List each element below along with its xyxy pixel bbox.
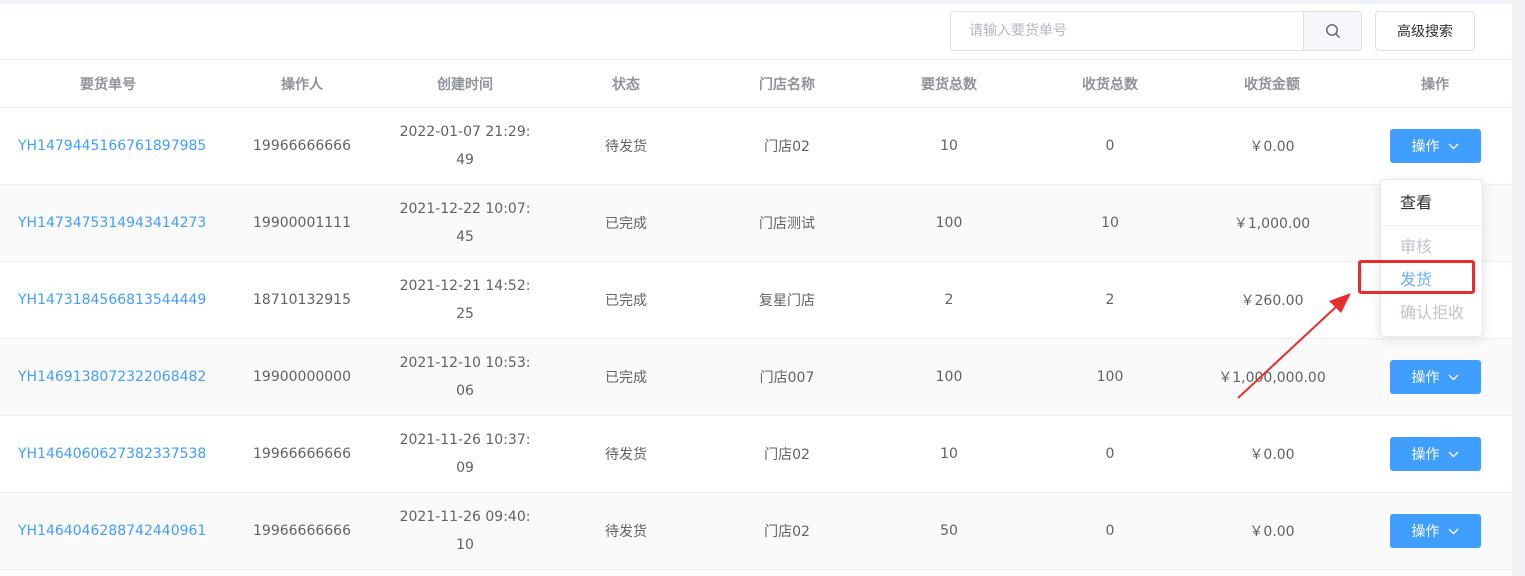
received-total-cell: 0 <box>1105 446 1115 462</box>
table-row: YH1464046288742440961 19966666666 2021-1… <box>0 492 1512 570</box>
requested-total-cell: 10 <box>940 138 958 154</box>
order-no-link[interactable]: YH1464046288742440961 <box>18 523 206 539</box>
status-cell: 待发货 <box>605 139 647 155</box>
store-name-cell: 门店02 <box>764 139 810 155</box>
table-row: YH1469138072322068482 19900000000 2021-1… <box>0 338 1512 416</box>
search-button[interactable] <box>1303 12 1361 50</box>
search-box <box>950 11 1362 51</box>
col-header-received-amount: 收货金额 <box>1244 76 1300 93</box>
received-total-cell: 2 <box>1105 292 1115 308</box>
chevron-down-icon <box>1448 374 1458 380</box>
dropdown-divider <box>1381 225 1482 226</box>
orders-table: 要货单号 操作人 创建时间 状态 门店名称 要货总数 收货总数 收货金额 操作 … <box>0 59 1512 570</box>
table-row: YH1473184566813544449 18710132915 2021-1… <box>0 262 1512 339</box>
order-no-link[interactable]: YH1473184566813544449 <box>18 292 206 308</box>
received-amount-cell: ￥0.00 <box>1249 447 1295 463</box>
received-amount-cell: ￥0.00 <box>1249 139 1295 155</box>
order-no-link[interactable]: YH1464060627382337538 <box>18 446 206 462</box>
status-cell: 已完成 <box>605 216 647 232</box>
col-header-status: 状态 <box>612 76 640 93</box>
dropdown-item-confirm-reject: 确认拒收 <box>1400 303 1465 322</box>
table-header-row: 要货单号 操作人 创建时间 状态 门店名称 要货总数 收货总数 收货金额 操作 <box>0 59 1512 108</box>
advanced-search-button[interactable]: 高级搜索 <box>1375 11 1475 51</box>
operator-cell: 18710132915 <box>253 292 351 308</box>
col-header-order-no: 要货单号 <box>80 76 136 93</box>
operator-cell: 19966666666 <box>253 446 351 462</box>
received-total-cell: 100 <box>1096 369 1124 385</box>
received-amount-cell: ￥0.00 <box>1249 524 1295 540</box>
store-name-cell: 门店02 <box>764 524 810 540</box>
row-action-dropdown-button[interactable]: 操作 <box>1389 360 1481 394</box>
store-name-cell: 门店02 <box>764 447 810 463</box>
order-no-link[interactable]: YH1473475314943414273 <box>18 215 206 231</box>
action-button-label: 操作 <box>1411 139 1440 155</box>
table-row: YH1479445166761897985 19966666666 2022-0… <box>0 108 1512 185</box>
created-time-cell: 2021-11-26 10:37:09 <box>399 432 531 476</box>
order-no-link[interactable]: YH1469138072322068482 <box>18 369 206 385</box>
chevron-down-icon <box>1448 528 1458 534</box>
col-header-received-total: 收货总数 <box>1082 76 1138 93</box>
content-panel: 高级搜索 要货单号 操作人 创建时间 状态 门店名称 要货总数 收货总数 收货金… <box>0 4 1512 576</box>
status-cell: 已完成 <box>605 370 647 386</box>
received-amount-cell: ￥1,000,000.00 <box>1218 370 1326 386</box>
right-gutter <box>1512 0 1525 576</box>
received-amount-cell: ￥260.00 <box>1240 293 1304 309</box>
col-header-requested-total: 要货总数 <box>921 76 977 93</box>
store-name-cell: 门店测试 <box>759 216 815 232</box>
row-action-dropdown-button[interactable]: 操作 <box>1389 514 1481 548</box>
operator-cell: 19966666666 <box>253 138 351 154</box>
store-name-cell: 门店007 <box>759 370 815 386</box>
chevron-down-icon <box>1448 143 1458 149</box>
received-amount-cell: ￥1,000.00 <box>1233 216 1311 232</box>
dropdown-item-review: 审核 <box>1400 237 1433 256</box>
created-time-cell: 2021-12-10 10:53:06 <box>399 355 531 399</box>
operator-cell: 19900001111 <box>253 215 351 231</box>
status-cell: 已完成 <box>605 293 647 309</box>
requested-total-cell: 100 <box>935 369 963 385</box>
requested-total-cell: 50 <box>940 523 958 539</box>
created-time-cell: 2021-11-26 09:40:10 <box>399 509 531 553</box>
operator-cell: 19966666666 <box>253 523 351 539</box>
col-header-operator: 操作人 <box>281 76 323 93</box>
action-button-label: 操作 <box>1411 370 1440 386</box>
received-total-cell: 10 <box>1101 215 1119 231</box>
created-time-cell: 2022-01-07 21:29:49 <box>399 124 531 168</box>
operator-cell: 19900000000 <box>253 369 351 385</box>
received-total-cell: 0 <box>1105 138 1115 154</box>
order-no-link[interactable]: YH1479445166761897985 <box>18 138 206 154</box>
table-row: YH1464060627382337538 19966666666 2021-1… <box>0 416 1512 493</box>
row-action-dropdown-button[interactable]: 操作 <box>1389 437 1481 471</box>
chevron-down-icon <box>1448 451 1458 457</box>
col-header-created-time: 创建时间 <box>437 76 493 93</box>
requested-total-cell: 2 <box>944 292 954 308</box>
received-total-cell: 0 <box>1105 523 1115 539</box>
col-header-actions: 操作 <box>1421 76 1449 93</box>
action-button-label: 操作 <box>1411 524 1440 540</box>
row-action-dropdown-button[interactable]: 操作 <box>1389 129 1481 163</box>
store-name-cell: 复星门店 <box>759 293 815 309</box>
status-cell: 待发货 <box>605 447 647 463</box>
table-row: YH1473475314943414273 19900001111 2021-1… <box>0 184 1512 262</box>
requested-total-cell: 10 <box>940 446 958 462</box>
col-header-store-name: 门店名称 <box>759 76 815 93</box>
search-icon <box>1325 24 1340 38</box>
requested-total-cell: 100 <box>935 215 963 231</box>
created-time-cell: 2021-12-21 14:52:25 <box>399 278 531 322</box>
dropdown-item-view[interactable]: 查看 <box>1381 192 1482 214</box>
status-cell: 待发货 <box>605 524 647 540</box>
action-dropdown-menu: 查看 审核 发货 确认拒收 <box>1380 179 1483 337</box>
dropdown-item-ship[interactable]: 发货 <box>1381 269 1482 291</box>
action-button-label: 操作 <box>1411 447 1440 463</box>
search-input[interactable] <box>951 12 1303 50</box>
created-time-cell: 2021-12-22 10:07:45 <box>399 201 531 245</box>
